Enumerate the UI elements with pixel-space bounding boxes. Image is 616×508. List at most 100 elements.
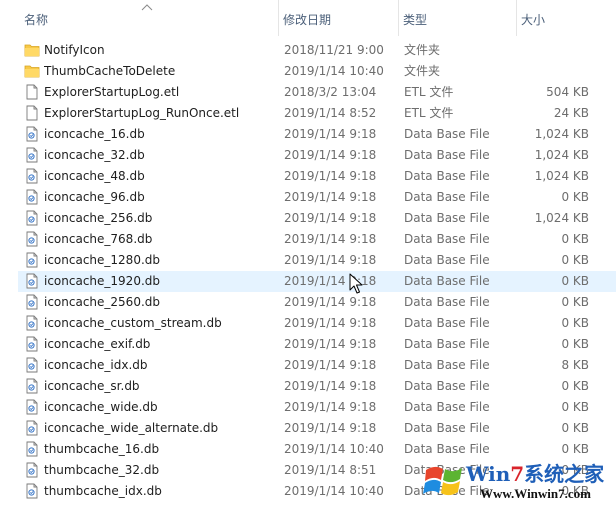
file-row[interactable]: iconcache_1280.db 2019/1/14 9:18 Data Base… bbox=[0, 250, 616, 271]
file-row[interactable]: NotifyIcon 2018/11/21 9:00 文件夹 bbox=[0, 40, 616, 61]
file-name[interactable]: iconcache_1280.db bbox=[44, 250, 274, 271]
file-date: 2019/1/14 9:18 bbox=[284, 127, 377, 141]
file-type: Data Base File bbox=[404, 169, 490, 183]
file-name[interactable]: iconcache_96.db bbox=[44, 187, 274, 208]
file-name[interactable]: iconcache_2560.db bbox=[44, 292, 274, 313]
file-row[interactable]: ExplorerStartupLog.etl 2018/3/2 13:04 ETL … bbox=[0, 82, 616, 103]
db-file-icon bbox=[24, 439, 42, 460]
file-date: 2019/1/14 8:52 bbox=[284, 106, 377, 120]
db-file-icon bbox=[24, 355, 42, 376]
file-row[interactable]: ThumbCacheToDelete 2019/1/14 10:40 文件夹 bbox=[0, 61, 616, 82]
file-name[interactable]: iconcache_48.db bbox=[44, 166, 274, 187]
file-date: 2019/1/14 9:18 bbox=[284, 274, 377, 288]
file-name[interactable]: iconcache_768.db bbox=[44, 229, 274, 250]
db-file-icon bbox=[24, 334, 42, 355]
file-size: 1,024 KB bbox=[534, 169, 589, 183]
file-name[interactable]: iconcache_custom_stream.db bbox=[44, 313, 274, 334]
file-date: 2019/1/14 9:18 bbox=[284, 253, 377, 267]
file-type: Data Base File bbox=[404, 358, 490, 372]
file-type: Data Base File bbox=[404, 148, 490, 162]
file-size bbox=[512, 61, 589, 82]
file-name[interactable]: iconcache_exif.db bbox=[44, 334, 274, 355]
file-date: 2019/1/14 9:18 bbox=[284, 358, 377, 372]
file-type: Data Base File bbox=[404, 253, 490, 267]
file-name[interactable]: iconcache_256.db bbox=[44, 208, 274, 229]
file-size: 0 KB bbox=[561, 190, 589, 204]
windows-flag-icon bbox=[422, 460, 466, 500]
file-type: 文件夹 bbox=[404, 43, 441, 57]
file-name[interactable]: iconcache_sr.db bbox=[44, 376, 274, 397]
column-header-date[interactable]: 修改日期 bbox=[278, 0, 396, 36]
file-date: 2019/1/14 9:18 bbox=[284, 337, 377, 351]
file-date: 2019/1/14 10:40 bbox=[284, 442, 384, 456]
file-date: 2019/1/14 9:18 bbox=[284, 190, 377, 204]
db-file-icon bbox=[24, 271, 42, 292]
file-size: 0 KB bbox=[561, 274, 589, 288]
file-size: 0 KB bbox=[561, 379, 589, 393]
file-date: 2019/1/14 9:18 bbox=[284, 316, 377, 330]
db-file-icon bbox=[24, 460, 42, 481]
db-file-icon bbox=[24, 376, 42, 397]
file-date: 2018/3/2 13:04 bbox=[284, 85, 377, 99]
file-name[interactable]: iconcache_16.db bbox=[44, 124, 274, 145]
file-type: ETL 文件 bbox=[404, 85, 454, 99]
file-name[interactable]: iconcache_1920.db bbox=[44, 271, 274, 292]
file-row[interactable]: iconcache_wide_alternate.db 2019/1/14 9:1… bbox=[0, 418, 616, 439]
file-name[interactable]: ExplorerStartupLog.etl bbox=[44, 82, 274, 103]
file-row[interactable]: iconcache_32.db 2019/1/14 9:18 Data Base F… bbox=[0, 145, 616, 166]
file-size: 0 KB bbox=[561, 316, 589, 330]
file-date: 2019/1/14 9:18 bbox=[284, 400, 377, 414]
db-file-icon bbox=[24, 250, 42, 271]
file-type: ETL 文件 bbox=[404, 106, 454, 120]
file-name[interactable]: thumbcache_16.db bbox=[44, 439, 274, 460]
file-name[interactable]: NotifyIcon bbox=[44, 40, 274, 61]
watermark-brand: Win7系统之家 bbox=[466, 458, 604, 487]
file-row[interactable]: iconcache_96.db 2019/1/14 9:18 Data Base F… bbox=[0, 187, 616, 208]
file-type: Data Base File bbox=[404, 127, 490, 141]
column-header-size[interactable]: 大小 bbox=[516, 0, 616, 36]
file-size: 1,024 KB bbox=[534, 127, 589, 141]
file-name[interactable]: thumbcache_idx.db bbox=[44, 481, 274, 502]
column-header-type[interactable]: 类型 bbox=[398, 0, 514, 36]
db-file-icon bbox=[24, 124, 42, 145]
file-name[interactable]: ExplorerStartupLog_RunOnce.etl bbox=[44, 103, 274, 124]
file-type: Data Base File bbox=[404, 295, 490, 309]
file-name[interactable]: iconcache_wide.db bbox=[44, 397, 274, 418]
file-name[interactable]: ThumbCacheToDelete bbox=[44, 61, 274, 82]
watermark-logo: Win7系统之家 Www.Winwin7.com bbox=[420, 456, 616, 508]
file-row[interactable]: iconcache_exif.db 2019/1/14 9:18 Data Base… bbox=[0, 334, 616, 355]
db-file-icon bbox=[24, 229, 42, 250]
file-row[interactable]: iconcache_16.db 2019/1/14 9:18 Data Base F… bbox=[0, 124, 616, 145]
file-row[interactable]: iconcache_sr.db 2019/1/14 9:18 Data Base F… bbox=[0, 376, 616, 397]
file-name[interactable]: iconcache_idx.db bbox=[44, 355, 274, 376]
file-date: 2019/1/14 9:18 bbox=[284, 169, 377, 183]
file-type: Data Base File bbox=[404, 421, 490, 435]
file-row[interactable]: iconcache_custom_stream.db 2019/1/14 9:18… bbox=[0, 313, 616, 334]
file-size: 8 KB bbox=[561, 358, 589, 372]
file-row[interactable]: iconcache_wide.db 2019/1/14 9:18 Data Base… bbox=[0, 397, 616, 418]
column-header-name[interactable]: 名称 bbox=[20, 0, 276, 36]
watermark-brand-seven: 7 bbox=[510, 462, 525, 486]
file-type: Data Base File bbox=[404, 232, 490, 246]
db-file-icon bbox=[24, 208, 42, 229]
file-size: 0 KB bbox=[561, 337, 589, 351]
file-row[interactable]: iconcache_1920.db 2019/1/14 9:18 Data Base… bbox=[0, 271, 616, 292]
file-type: Data Base File bbox=[404, 274, 490, 288]
file-name[interactable]: thumbcache_32.db bbox=[44, 460, 274, 481]
file-type: Data Base File bbox=[404, 316, 490, 330]
file-type: Data Base File bbox=[404, 400, 490, 414]
file-row[interactable]: iconcache_idx.db 2019/1/14 9:18 Data Base … bbox=[0, 355, 616, 376]
file-row[interactable]: iconcache_48.db 2019/1/14 9:18 Data Base F… bbox=[0, 166, 616, 187]
file-date: 2019/1/14 10:40 bbox=[284, 64, 384, 78]
file-size: 0 KB bbox=[561, 295, 589, 309]
file-size: 504 KB bbox=[546, 85, 589, 99]
file-row[interactable]: iconcache_2560.db 2019/1/14 9:18 Data Base… bbox=[0, 292, 616, 313]
file-type: Data Base File bbox=[404, 190, 490, 204]
file-date: 2019/1/14 10:40 bbox=[284, 484, 384, 498]
file-row[interactable]: iconcache_768.db 2019/1/14 9:18 Data Base … bbox=[0, 229, 616, 250]
file-row[interactable]: ExplorerStartupLog_RunOnce.etl 2019/1/14 … bbox=[0, 103, 616, 124]
file-name[interactable]: iconcache_wide_alternate.db bbox=[44, 418, 274, 439]
file-name[interactable]: iconcache_32.db bbox=[44, 145, 274, 166]
file-row[interactable]: iconcache_256.db 2019/1/14 9:18 Data Base … bbox=[0, 208, 616, 229]
file-date: 2018/11/21 9:00 bbox=[284, 43, 384, 57]
